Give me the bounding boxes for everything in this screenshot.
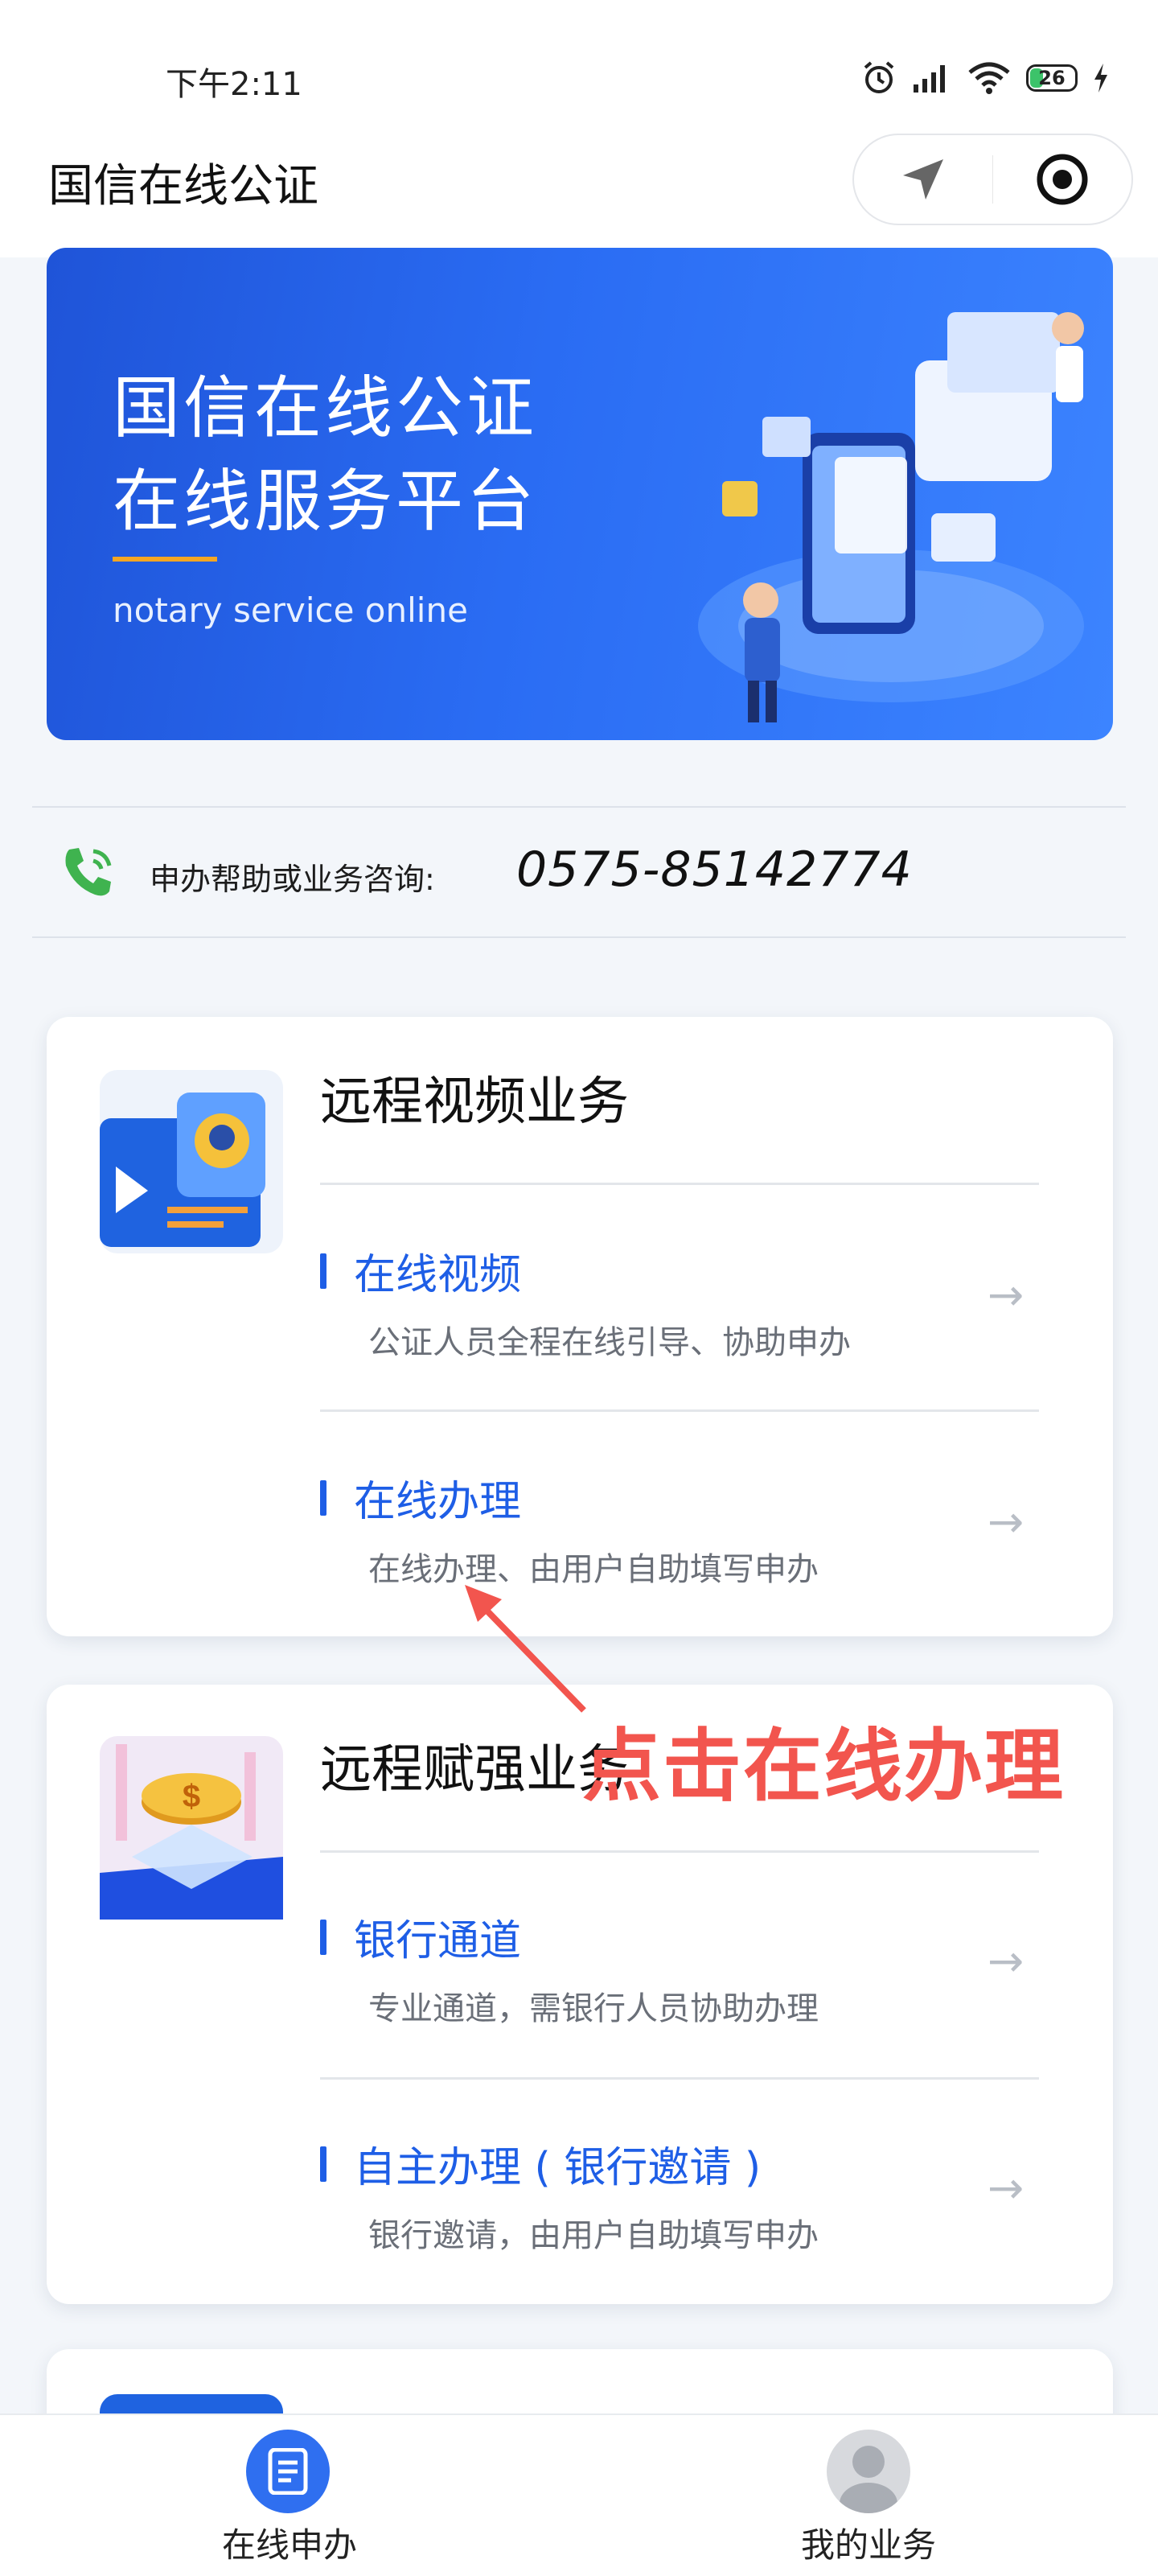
divider [320,1409,1039,1412]
divider [320,1850,1039,1853]
item-title: 自主办理 ( 银行邀请 ) [354,2144,762,2192]
consult-label: 申办帮助或业务咨询: [150,862,435,897]
arrow-right-icon: → [988,2162,1025,2213]
close-button[interactable] [993,135,1131,224]
miniprogram-capsule [852,134,1133,225]
target-icon [1037,154,1088,205]
item-title: 在线视频 [354,1251,522,1299]
banner-title-line1: 国信在线公证 [113,368,538,447]
consult-phone[interactable]: 0575-85142774 [516,842,913,898]
arrow-right-icon: → [988,1936,1025,1986]
remote-enforcement-icon: $ [100,1736,283,1923]
item-title: 银行通道 [354,1917,522,1965]
annotation-text: 点击在线办理 [582,1721,1066,1813]
arrow-right-icon: → [988,1496,1025,1547]
divider [320,2077,1039,2080]
share-button[interactable] [854,135,992,224]
user-avatar-icon [827,2430,910,2513]
battery-level: 26 [1038,67,1066,89]
wifi-icon [968,62,1010,94]
banner-title-line2: 在线服务平台 [113,462,538,541]
remote-video-icon [100,1070,283,1257]
bottom-tab-bar [0,2413,1158,2576]
status-icons: 26 [860,60,1110,97]
arrow-right-icon: → [988,1269,1025,1320]
status-time: 下午2:11 [166,66,302,103]
battery-icon: 26 [1026,64,1078,92]
item-marker [320,1920,326,1955]
item-desc: 公证人员全程在线引导、协助申办 [368,1324,851,1361]
divider-bottom [32,936,1126,938]
divider [320,1183,1039,1185]
charging-icon [1094,64,1107,93]
svg-text:$: $ [183,1779,200,1814]
banner-accent-line [113,557,217,562]
list-item-bank-channel[interactable] [320,1858,1039,2076]
section-title: 远程视频业务 [320,1072,629,1132]
annotation-arrow [450,1577,595,1725]
banner-illustration [698,312,1084,722]
list-item-self-handle[interactable] [320,2085,1039,2302]
banner-subtitle: notary service online [113,591,468,630]
tab-label: 我的业务 [801,2525,937,2565]
item-marker [320,1253,326,1289]
item-desc: 专业通道，需银行人员协助办理 [368,1990,819,2027]
item-desc: 银行邀请，由用户自助填写申办 [368,2217,819,2254]
divider-top [32,806,1126,808]
item-marker [320,1480,326,1516]
alarm-icon [864,61,894,93]
item-title: 在线办理 [354,1478,522,1526]
item-marker [320,2146,326,2182]
document-icon [246,2430,330,2513]
phone-icon[interactable] [58,842,119,906]
tab-label: 在线申办 [222,2525,358,2565]
signal-icon [914,65,945,93]
location-arrow-icon [902,159,943,200]
page-title: 国信在线公证 [48,160,318,212]
